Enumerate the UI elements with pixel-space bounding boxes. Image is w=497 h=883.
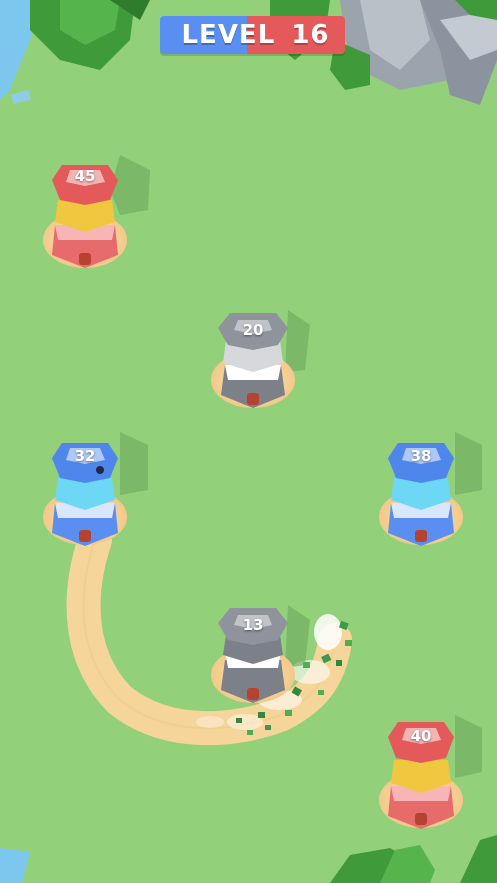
- tower-red-bottom-count: 40: [410, 727, 432, 745]
- water-spot: [11, 89, 31, 105]
- level-number: 16: [291, 20, 330, 50]
- tree-cluster-top-left: [30, 0, 150, 70]
- game-map: [0, 0, 497, 883]
- tower-blue-left-count: 32: [74, 447, 96, 465]
- tree-cluster-bottom-right: [330, 835, 497, 883]
- level-text: LEVEL 16: [160, 20, 345, 50]
- level-label: LEVEL: [181, 20, 276, 50]
- water-bottom-left: [0, 848, 30, 883]
- level-indicator: LEVEL 16: [160, 16, 345, 54]
- tower-neutral-mid-count: 20: [242, 321, 264, 339]
- tower-blue-right-count: 38: [410, 447, 432, 465]
- tower-neutral-low-count: 13: [242, 616, 264, 634]
- tower-red-top-count: 45: [74, 167, 96, 185]
